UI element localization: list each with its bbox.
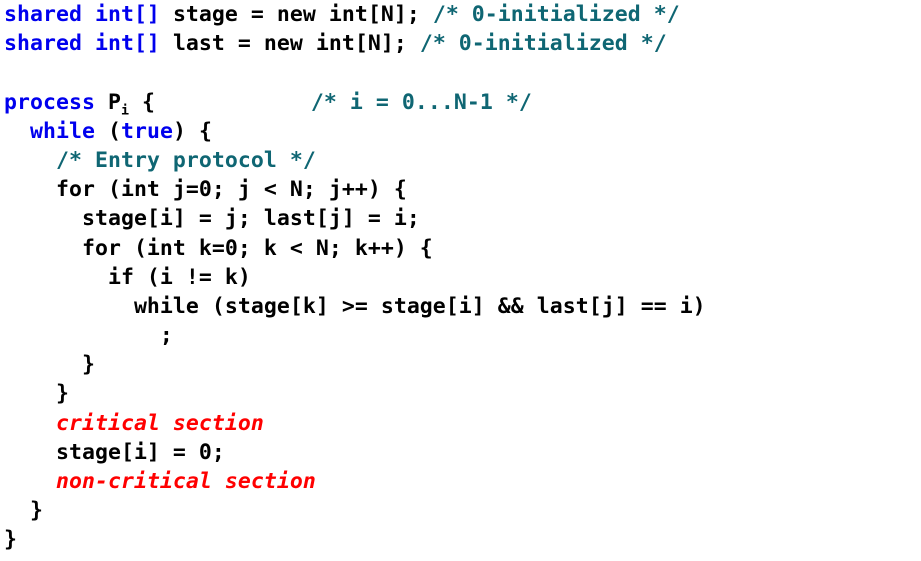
code-line: ; [0,321,921,350]
code-token-comment: /* 0-initialized */ [419,31,667,57]
code-token-plain: } [4,381,69,407]
code-token-kw: shared int[] [4,2,173,27]
code-token-plain: P [94,89,121,115]
code-line: for (int k=0; k < N; k++) { [0,234,921,263]
code-token-plain: } [4,527,17,553]
code-token-plain: while (stage[k] >= stage[i] && last[j] =… [4,293,706,319]
code-token-plain: ; [4,323,173,349]
code-token-red: non-critical section [55,469,316,494]
code-token-plain: i [120,102,129,118]
code-token-plain: stage[i] = j; last[j] = i; [4,206,420,232]
code-line: shared int[] stage = new int[N]; /* 0-in… [0,0,921,29]
code-token-comment: /* Entry protocol */ [55,147,316,173]
code-line: } [0,525,921,554]
code-line: non-critical section [0,467,921,496]
code-line: } [0,496,921,525]
code-token-kw: process [4,89,95,115]
code-token-comment: /* 0-initialized */ [432,2,680,27]
code-token-plain: } [4,498,43,524]
code-line: } [0,350,921,379]
code-line: process Pi { /* i = 0...N-1 */ [0,88,921,117]
code-line: /* Entry protocol */ [0,146,921,175]
code-token-kw: shared int[] [4,31,173,57]
code-line: shared int[] last = new int[N]; /* 0-ini… [0,29,921,58]
code-token-comment: /* i = 0...N-1 */ [310,89,532,115]
code-line: while (true) { [0,117,921,146]
code-token-plain: last = new int[N]; [172,31,420,57]
code-token-plain: stage = new int[N]; [172,2,433,27]
code-line: stage[i] = 0; [0,438,921,467]
code-line: stage[i] = j; last[j] = i; [0,204,921,233]
code-token-plain: if (i != k) [4,264,251,290]
code-token-plain: ( [94,118,121,144]
code-token-plain: for (int k=0; k < N; k++) { [4,235,433,261]
code-line: critical section [0,409,921,438]
code-line: } [0,379,921,408]
code-token-plain: for (int j=0; j < N; j++) { [4,177,407,203]
code-token-red: critical section [55,410,264,436]
code-token-kw: true [120,118,173,144]
code-line: if (i != k) [0,263,921,292]
code-listing: shared int[] stage = new int[N]; /* 0-in… [0,0,921,561]
code-line: for (int j=0; j < N; j++) { [0,175,921,204]
code-token-plain: } [4,352,95,378]
code-token-kw: while [30,118,95,144]
code-token-plain: { [129,89,311,115]
code-token-plain: ) { [172,118,212,144]
code-token-plain: stage[i] = 0; [4,439,225,465]
code-line: while (stage[k] >= stage[i] && last[j] =… [0,292,921,321]
